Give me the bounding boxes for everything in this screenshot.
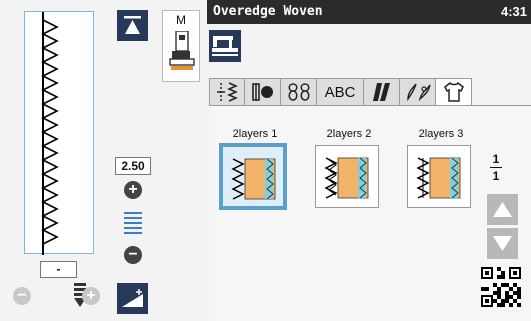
align-top-icon [124, 16, 141, 34]
garment-icon [443, 81, 464, 102]
arrow-up-icon [493, 202, 512, 217]
tab-garment[interactable] [436, 78, 472, 106]
tab-characters[interactable]: ABC [317, 78, 364, 106]
tab-decorative[interactable] [281, 78, 317, 106]
clock: 4:31 [500, 4, 527, 19]
arrow-down-icon [493, 236, 512, 251]
pattern-label: 2layers 3 [418, 128, 464, 140]
width-increase-button[interactable]: + [82, 287, 100, 305]
presser-foot-icon [169, 31, 195, 70]
stitch-category-home-button[interactable] [209, 30, 241, 62]
pattern-label: 2layers 1 [232, 128, 278, 140]
buttonhole-icon [251, 83, 273, 101]
tab-utility[interactable] [209, 78, 245, 106]
floral-stitch-icon [406, 83, 431, 102]
stitch-length-icon [124, 212, 142, 236]
page-divider [490, 167, 502, 168]
length-decrease-button[interactable]: − [124, 246, 142, 264]
pattern-item[interactable]: 2layers 3 [405, 128, 477, 208]
page-up-button[interactable] [487, 194, 518, 225]
width-decrease-button[interactable]: − [13, 287, 31, 305]
overedge-two-layer-icon [416, 157, 461, 199]
page-total: 1 [492, 169, 500, 183]
page-current: 1 [492, 152, 500, 166]
stitch-preview [24, 11, 94, 255]
pattern-selection-panel: Overedge Woven 4:31 ABC 2layers 1 2layer… [207, 0, 531, 321]
page-down-button[interactable] [487, 228, 518, 259]
title-bar: Overedge Woven 4:31 [207, 0, 531, 24]
pattern-item[interactable]: 2layers 1 [219, 128, 291, 210]
presser-foot-indicator: M [162, 10, 200, 82]
stitch-settings-panel: - − + M 2.50 + − [0, 0, 205, 321]
needle-position-top-button[interactable] [117, 10, 148, 41]
stitch-length-value: 2.50 [115, 157, 151, 175]
stitch-category-tabs: ABC [209, 78, 531, 106]
presser-foot-label: M [176, 13, 186, 27]
overedge-two-layer-icon [231, 158, 276, 200]
page-title: Overedge Woven [213, 4, 323, 19]
zigzag-stitch-graphic [41, 12, 59, 255]
tab-floral[interactable] [400, 78, 436, 106]
page-indicator: 1 1 [480, 152, 512, 183]
qr-code-icon [481, 267, 521, 307]
mirror-ramp-icon [122, 289, 143, 307]
stitch-mirror-button[interactable] [117, 283, 148, 314]
overedge-two-layer-icon [324, 157, 369, 199]
decorative-stitch-icon [288, 83, 309, 101]
pattern-label: 2layers 2 [326, 128, 372, 140]
tab-buttonhole[interactable] [245, 78, 281, 106]
sewing-machine-icon [212, 36, 238, 56]
pattern-item[interactable]: 2layers 2 [313, 128, 385, 208]
qr-code-button[interactable] [481, 267, 521, 307]
pattern-card[interactable] [219, 143, 287, 210]
utility-stitch-icon [217, 82, 238, 102]
tab-satin[interactable] [364, 78, 400, 106]
stitch-width-value: - [40, 261, 77, 278]
pattern-card[interactable] [315, 145, 379, 208]
pattern-card[interactable] [407, 145, 471, 208]
satin-stitch-icon [372, 83, 390, 101]
length-increase-button[interactable]: + [124, 181, 142, 199]
